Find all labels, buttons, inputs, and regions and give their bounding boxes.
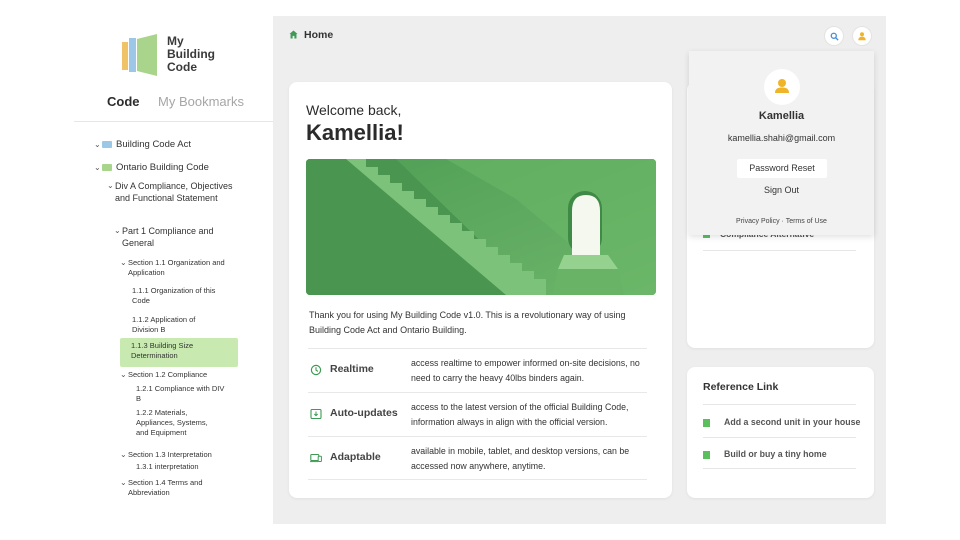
tree-item-div-a[interactable]: ⌄ Div A Compliance, Objectives and Funct… xyxy=(107,180,235,204)
sidebar-tabs: Code My Bookmarks xyxy=(74,94,273,122)
tree-item-ontario-building-code[interactable]: ⌄ Ontario Building Code xyxy=(94,162,262,174)
tree-item-1-1-3[interactable]: 1.1.3 Building Size Determination xyxy=(120,338,238,367)
top-bar: Home xyxy=(273,16,886,56)
chevron-down-icon[interactable]: ⌄ xyxy=(114,225,121,237)
tree-item-label: 1.2.2 Materials, Appliances, Systems, an… xyxy=(136,408,208,437)
tree-item-section-1-2[interactable]: ⌄ Section 1.2 Compliance xyxy=(120,370,238,380)
tree-item-label: 1.3.1 interpretation xyxy=(136,462,199,471)
devices-icon xyxy=(310,453,322,463)
tree-item-section-1-4[interactable]: ⌄ Section 1.4 Terms and Abbreviation xyxy=(120,478,223,498)
folder-icon xyxy=(102,164,112,171)
intro-text: Thank you for using My Building Code v1.… xyxy=(309,310,626,335)
reference-link-1[interactable]: Add a second unit in your house xyxy=(703,417,878,431)
sign-out-button[interactable]: Sign Out xyxy=(689,185,874,195)
tree-item-label: Div A Compliance, Objectives and Functio… xyxy=(115,181,233,203)
divider xyxy=(703,468,856,469)
tree-item-1-1-1[interactable]: 1.1.1 Organization of this Code xyxy=(132,286,232,306)
feature-title: Adaptable xyxy=(330,451,381,463)
welcome-card: Welcome back, Kamellia! Thank you for us… xyxy=(289,82,672,498)
logo-bar-blue xyxy=(129,38,136,72)
folder-icon xyxy=(102,141,112,148)
document-icon xyxy=(703,419,710,427)
chevron-down-icon[interactable]: ⌄ xyxy=(94,139,101,151)
tree-item-label: Ontario Building Code xyxy=(116,162,209,173)
reference-title: Reference Link xyxy=(703,381,779,393)
tree-item-label: Section 1.3 Interpretation xyxy=(128,450,212,459)
welcome-user-name: Kamellia! xyxy=(306,120,404,145)
document-icon xyxy=(703,451,710,459)
chevron-down-icon[interactable]: ⌄ xyxy=(94,162,101,174)
feature-realtime: Realtime access realtime to empower info… xyxy=(308,348,647,392)
tree-item-label: 1.2.1 Compliance with DIV B xyxy=(136,384,225,403)
feature-title: Realtime xyxy=(330,363,374,375)
chevron-down-icon[interactable]: ⌄ xyxy=(120,450,127,460)
chevron-down-icon[interactable]: ⌄ xyxy=(120,478,127,488)
home-icon xyxy=(289,30,298,39)
tab-my-bookmarks[interactable]: My Bookmarks xyxy=(158,94,244,109)
tree-item-section-1-3[interactable]: ⌄ Section 1.3 Interpretation xyxy=(120,450,238,460)
chevron-down-icon[interactable]: ⌄ xyxy=(120,370,127,380)
tree-item-1-2-2[interactable]: 1.2.2 Materials, Appliances, Systems, an… xyxy=(136,408,218,438)
feature-auto-updates: Auto-updates access to the latest versio… xyxy=(308,392,647,436)
divider xyxy=(703,250,856,251)
logo-text: My Building Code xyxy=(167,35,215,74)
tree-item-1-1-2[interactable]: 1.1.2 Application of Division B xyxy=(132,315,212,335)
tree-item-label: Section 1.2 Compliance xyxy=(128,370,208,379)
reference-link-label: Add a second unit in your house xyxy=(724,417,861,427)
user-icon xyxy=(858,32,866,41)
app-logo[interactable]: My Building Code xyxy=(122,34,242,76)
divider xyxy=(703,437,856,438)
chevron-down-icon[interactable]: ⌄ xyxy=(107,180,114,192)
tab-code[interactable]: Code xyxy=(107,94,140,109)
profile-button[interactable] xyxy=(852,26,872,46)
feature-description: access realtime to empower informed on-s… xyxy=(411,358,640,383)
reference-link-2[interactable]: Build or buy a tiny home xyxy=(703,449,878,463)
tree-item-part-1[interactable]: ⌄ Part 1 Compliance and General xyxy=(114,225,232,249)
avatar xyxy=(764,69,800,105)
clock-icon xyxy=(310,364,322,376)
feature-adaptable: Adaptable available in mobile, tablet, a… xyxy=(308,436,647,480)
search-button[interactable] xyxy=(824,26,844,46)
password-reset-button[interactable]: Password Reset xyxy=(737,159,827,178)
tree-item-label: 1.1.3 Building Size Determination xyxy=(131,341,194,360)
logo-bar-green xyxy=(137,34,157,76)
reference-link-label: Build or buy a tiny home xyxy=(724,449,827,459)
staircase-illustration xyxy=(306,159,656,295)
profile-email: kamellia.shahi@gmail.com xyxy=(727,133,836,143)
profile-name: Kamellia xyxy=(758,110,805,122)
breadcrumb-home[interactable]: Home xyxy=(304,29,333,41)
divider xyxy=(703,404,856,405)
chevron-down-icon[interactable]: ⌄ xyxy=(120,258,127,268)
feature-description: access to the latest version of the offi… xyxy=(411,402,629,427)
policy-links[interactable]: Privacy Policy · Terms of Use xyxy=(689,218,874,225)
search-icon xyxy=(830,32,839,41)
tree-item-label: Section 1.4 Terms and Abbreviation xyxy=(128,478,203,497)
update-icon xyxy=(310,408,322,420)
tree-item-label: 1.1.2 Application of Division B xyxy=(132,315,196,334)
tree-item-label: Section 1.1 Organization and Application xyxy=(128,258,225,277)
profile-dropdown: Kamellia kamellia.shahi@gmail.com Passwo… xyxy=(689,51,874,235)
tree-item-1-2-1[interactable]: 1.2.1 Compliance with DIV B xyxy=(136,384,226,404)
tree-item-section-1-1[interactable]: ⌄ Section 1.1 Organization and Applicati… xyxy=(120,258,228,278)
tree-item-label: Building Code Act xyxy=(116,139,191,150)
reference-link-card: Reference Link Add a second unit in your… xyxy=(687,367,874,498)
logo-bar-yellow xyxy=(122,42,128,70)
logo-line-3: Code xyxy=(167,60,197,74)
tree-item-1-3-1[interactable]: 1.3.1 interpretation xyxy=(136,462,236,472)
tree-item-label: 1.1.1 Organization of this Code xyxy=(132,286,216,305)
welcome-greeting: Welcome back, xyxy=(306,102,402,118)
feature-description: available in mobile, tablet, and desktop… xyxy=(411,446,630,471)
feature-title: Auto-updates xyxy=(330,407,398,419)
sidebar: My Building Code Code My Bookmarks ⌄ Bui… xyxy=(74,16,273,524)
hero-staircase-image xyxy=(306,159,656,295)
app-window: My Building Code Code My Bookmarks ⌄ Bui… xyxy=(0,0,960,540)
tree-item-label: Part 1 Compliance and General xyxy=(122,226,214,248)
user-icon xyxy=(775,79,789,93)
tree-item-building-code-act[interactable]: ⌄ Building Code Act xyxy=(94,139,262,151)
